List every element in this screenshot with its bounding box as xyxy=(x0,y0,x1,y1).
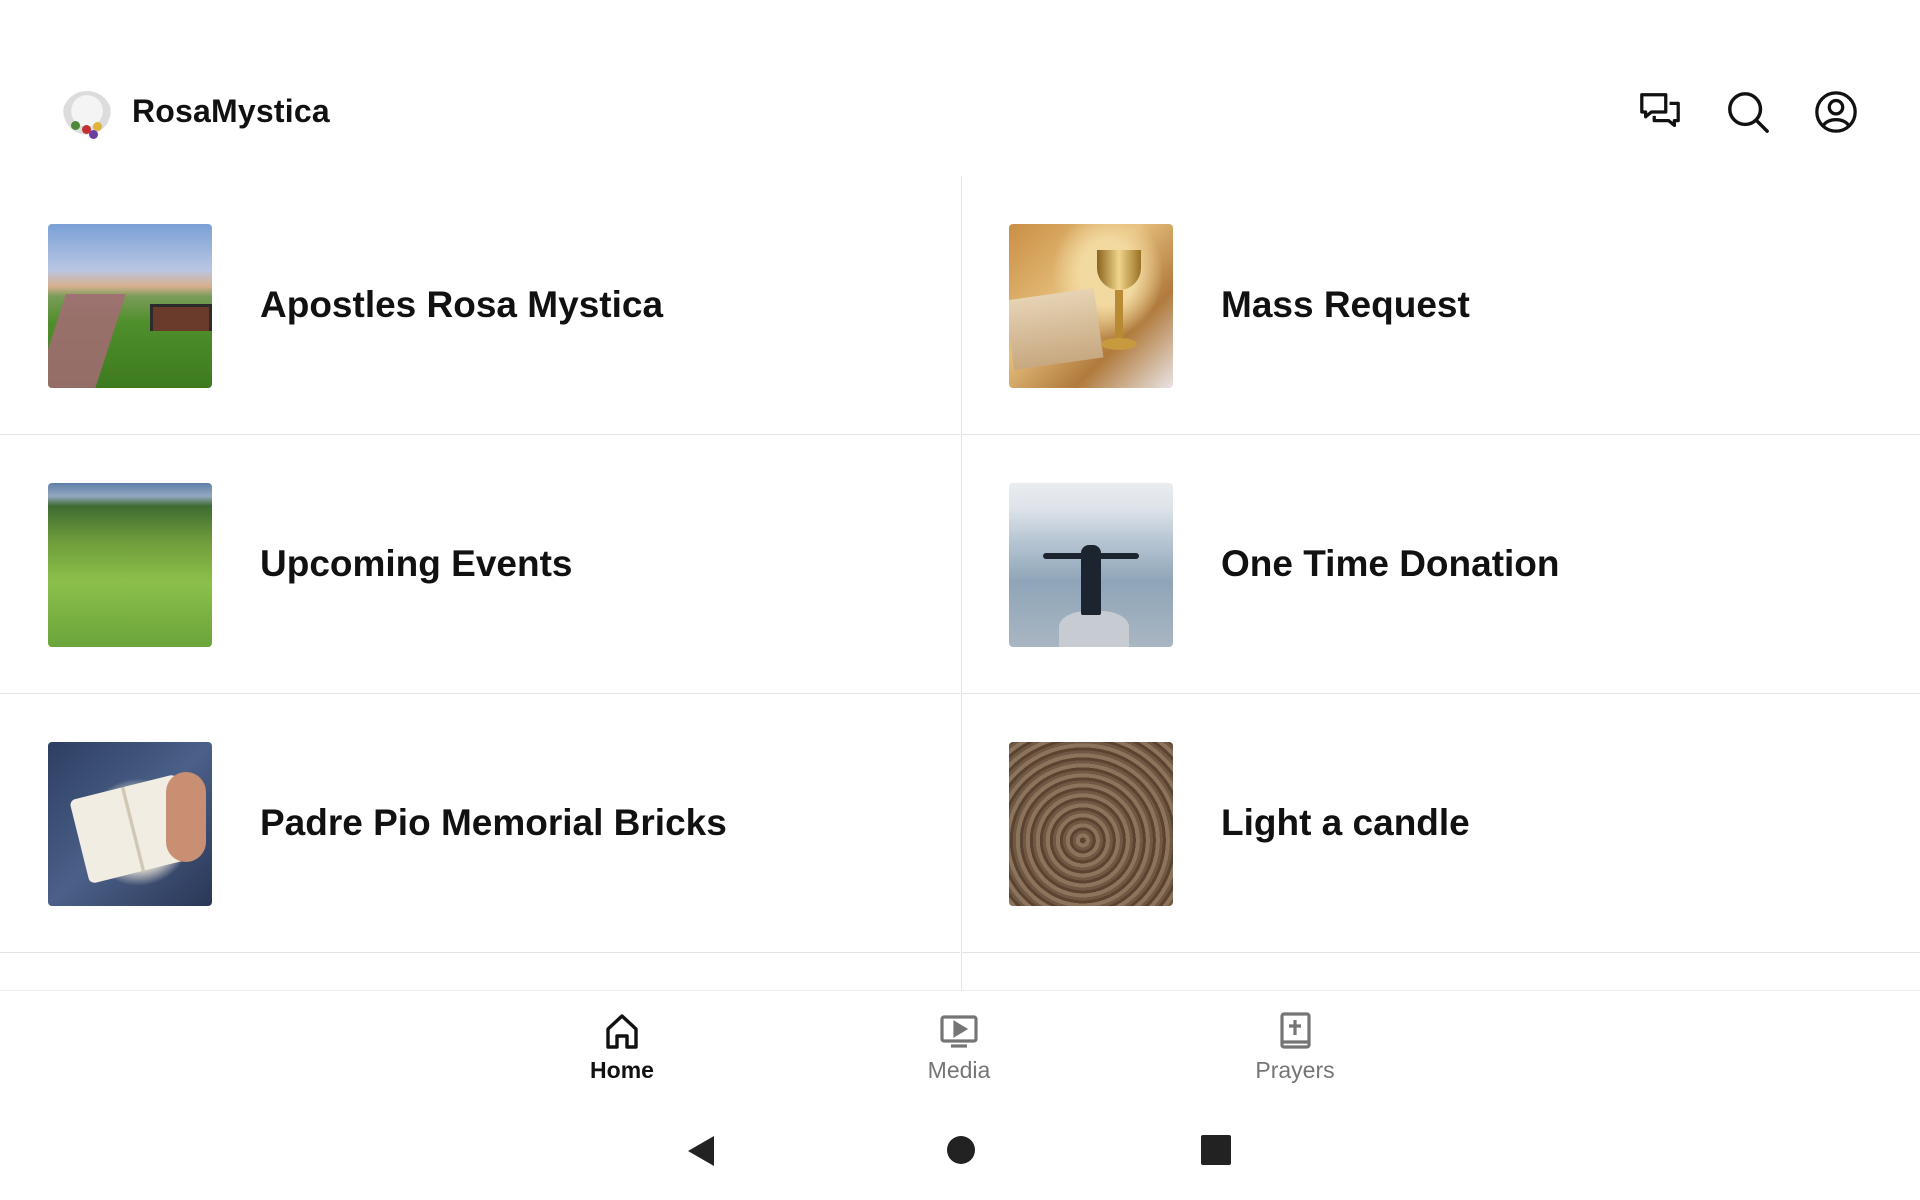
park-bench-image xyxy=(48,224,212,388)
nav-home-label: Home xyxy=(590,1057,654,1083)
nav-media-label: Media xyxy=(927,1057,991,1083)
field-image xyxy=(48,483,212,647)
back-button[interactable] xyxy=(684,1134,718,1168)
nav-media[interactable]: Media xyxy=(884,1011,1034,1091)
nav-prayers-label: Prayers xyxy=(1255,1057,1335,1083)
tile-label: Apostles Rosa Mystica xyxy=(260,284,664,325)
search-icon[interactable] xyxy=(1724,88,1772,136)
tile-label: Mass Request xyxy=(1221,284,1470,325)
home-icon xyxy=(606,1014,638,1049)
home-button[interactable] xyxy=(945,1134,977,1166)
tile-one-time-donation[interactable]: One Time Donation xyxy=(961,435,1920,694)
bible-image xyxy=(48,742,212,906)
system-navigation-bar xyxy=(0,1098,1920,1200)
app-root: RosaMystica Apostles Rosa Mystica Mass R… xyxy=(0,0,1920,1200)
chat-icon[interactable] xyxy=(1636,88,1684,136)
tile-mass-request[interactable]: Mass Request xyxy=(961,176,1920,435)
nav-prayers[interactable]: Prayers xyxy=(1220,1011,1370,1091)
tile-light-a-candle[interactable]: Light a candle xyxy=(961,694,1920,953)
nav-home[interactable]: Home xyxy=(547,1011,697,1091)
tile-label: Padre Pio Memorial Bricks xyxy=(260,802,727,843)
top-app-bar: RosaMystica xyxy=(0,0,1920,176)
account-icon[interactable] xyxy=(1812,88,1860,136)
cliff-person-image xyxy=(1009,483,1173,647)
bottom-navigation: Home Media Prayers xyxy=(0,990,1920,1099)
app-logo xyxy=(62,91,112,141)
tile-padre-pio-memorial-bricks[interactable]: Padre Pio Memorial Bricks xyxy=(0,694,960,953)
tile-label: Light a candle xyxy=(1221,802,1470,843)
app-title: RosaMystica xyxy=(132,93,330,129)
tile-label: Upcoming Events xyxy=(260,543,573,584)
prayer-book-icon xyxy=(1280,1012,1311,1049)
tile-upcoming-events[interactable]: Upcoming Events xyxy=(0,435,960,694)
media-icon xyxy=(940,1015,978,1048)
tile-label: One Time Donation xyxy=(1221,543,1560,584)
chalice-image xyxy=(1009,224,1173,388)
home-grid: Apostles Rosa Mystica Mass Request Upcom… xyxy=(0,176,1920,990)
recents-button[interactable] xyxy=(1200,1134,1232,1166)
tile-apostles-rosa-mystica[interactable]: Apostles Rosa Mystica xyxy=(0,176,960,435)
wood-rings-image xyxy=(1009,742,1173,906)
